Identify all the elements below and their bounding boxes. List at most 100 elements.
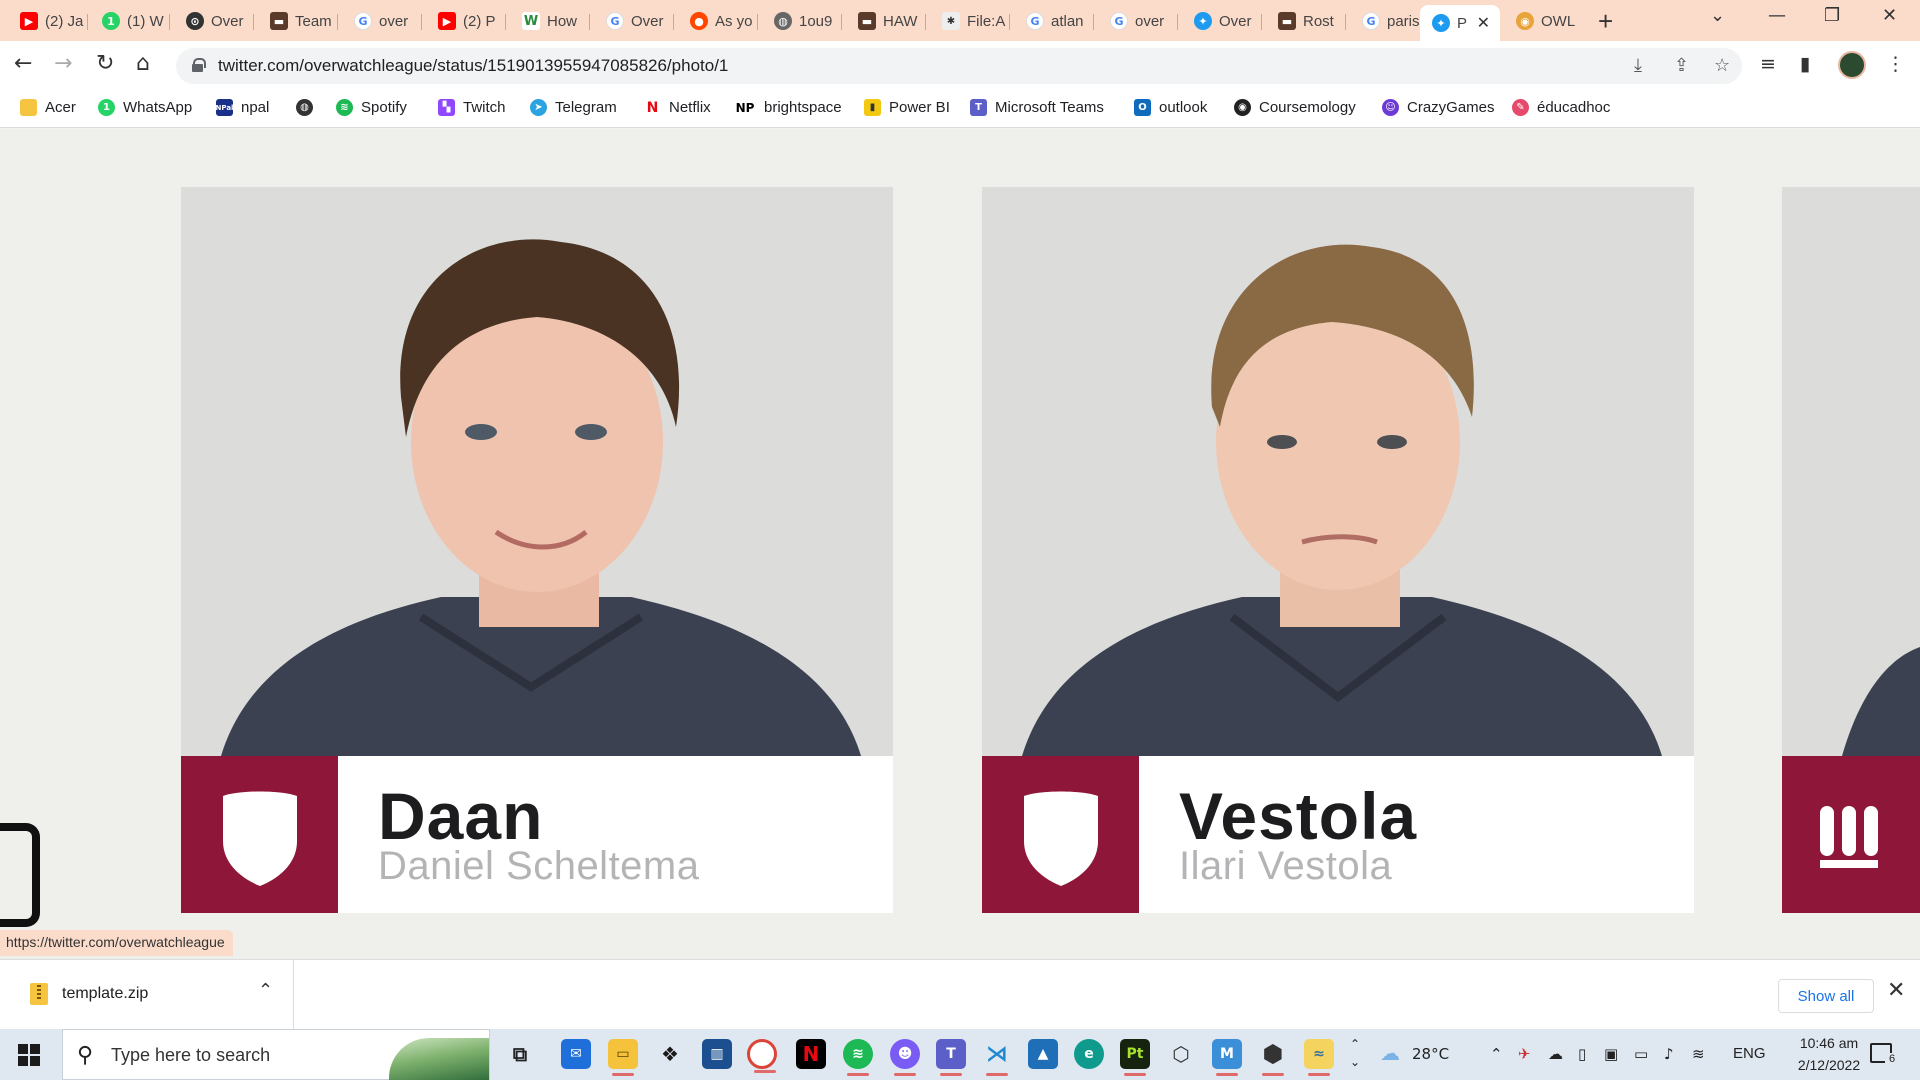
download-item[interactable]: template.zip ⌃ bbox=[14, 960, 294, 1030]
language-indicator[interactable]: ENG bbox=[1733, 1045, 1766, 1062]
bookmark-acer[interactable]: Acer bbox=[20, 99, 76, 116]
volume-icon[interactable]: ♪ bbox=[1664, 1045, 1674, 1063]
tab-google-2[interactable]: G Over bbox=[594, 6, 674, 36]
bookmark-twitch[interactable]: ▚ Twitch bbox=[438, 99, 506, 116]
home-button[interactable]: ⌂ bbox=[136, 51, 150, 77]
tab-youtube-1[interactable]: ▶ (2) Ja bbox=[8, 6, 88, 36]
chevron-up-icon[interactable]: ⌃ bbox=[1350, 1037, 1360, 1051]
address-bar[interactable]: twitter.com/overwatchleague/status/15190… bbox=[176, 48, 1742, 84]
show-all-button[interactable]: Show all bbox=[1778, 979, 1874, 1013]
chrome-icon[interactable] bbox=[747, 1039, 777, 1073]
tab-google-5[interactable]: G paris bbox=[1350, 6, 1430, 36]
show-hidden-icons[interactable]: ⌃ bbox=[1490, 1045, 1503, 1063]
taskbar-search-box[interactable]: ⚲ Type here to search bbox=[62, 1029, 490, 1080]
side-panel-icon[interactable]: ▮ bbox=[1800, 53, 1810, 75]
clock-time[interactable]: 10:46 am bbox=[1792, 1035, 1866, 1051]
task-view-icon[interactable]: ⧉ bbox=[505, 1039, 535, 1069]
tab-twitter-active[interactable]: ✦ P ✕ bbox=[1420, 5, 1500, 41]
netflix-app-icon[interactable]: N bbox=[796, 1039, 826, 1069]
close-download-bar-icon[interactable]: ✕ bbox=[1887, 978, 1905, 1003]
forward-button[interactable]: → bbox=[54, 51, 72, 77]
spotify-app-icon[interactable]: ≋ bbox=[843, 1039, 873, 1076]
install-icon[interactable]: ⤓ bbox=[1634, 55, 1642, 76]
chevron-up-icon[interactable]: ⌃ bbox=[258, 980, 273, 1001]
bookmark-telegram[interactable]: ➤ Telegram bbox=[530, 99, 617, 116]
bookmark-star-icon[interactable]: ☆ bbox=[1714, 55, 1730, 76]
tab-whatsapp[interactable]: 1 (1) W bbox=[90, 6, 170, 36]
file-explorer-icon[interactable]: ▭ bbox=[608, 1039, 638, 1076]
tab-google-4[interactable]: G over bbox=[1098, 6, 1178, 36]
edge-icon[interactable]: e bbox=[1074, 1039, 1104, 1069]
bookmark-coursemology[interactable]: ◉ Coursemology bbox=[1234, 99, 1356, 116]
unity-hub-icon[interactable]: ⬢ bbox=[1258, 1039, 1288, 1076]
python-icon[interactable]: ≈ bbox=[1304, 1039, 1334, 1076]
tab-label: Over bbox=[631, 12, 664, 30]
close-window-button[interactable]: ✕ bbox=[1882, 5, 1897, 26]
tab-globe[interactable]: ◍ 1ou9 bbox=[762, 6, 842, 36]
menu-icon[interactable]: ⋮ bbox=[1886, 53, 1905, 75]
bookmark-educadhoc[interactable]: ✎ éducadhoc bbox=[1512, 99, 1610, 116]
new-tab-button[interactable]: + bbox=[1598, 8, 1613, 34]
tab-label: (2) Ja bbox=[45, 12, 84, 30]
tab-twitter-1[interactable]: ✦ Over bbox=[1182, 6, 1262, 36]
pycharm-icon[interactable]: Pt bbox=[1120, 1039, 1150, 1076]
tab-reddit[interactable]: ● As yo bbox=[678, 6, 758, 36]
tab-liquipedia-roster[interactable]: ▬ Rost bbox=[1266, 6, 1346, 36]
store-icon[interactable]: ▥ bbox=[702, 1039, 732, 1069]
tab-google-1[interactable]: G over bbox=[342, 6, 422, 36]
youtube-icon: ▶ bbox=[438, 12, 456, 30]
bookmark-crazygames[interactable]: ☺ CrazyGames bbox=[1382, 99, 1495, 116]
weather-icon[interactable]: ☁ bbox=[1380, 1041, 1400, 1065]
tab-owl[interactable]: ◉ OWL bbox=[1504, 6, 1584, 36]
lock-icon[interactable] bbox=[192, 58, 206, 72]
minimize-button[interactable]: — bbox=[1768, 5, 1786, 26]
close-icon[interactable]: ✕ bbox=[1477, 13, 1490, 33]
tab-liquipedia-haw[interactable]: ▬ HAW bbox=[846, 6, 926, 36]
antivirus-icon[interactable]: ✈ bbox=[1518, 1045, 1531, 1063]
bookmark-whatsapp[interactable]: 1 WhatsApp bbox=[98, 99, 192, 116]
dropbox-icon[interactable]: ❖ bbox=[655, 1039, 685, 1069]
bookmark-netflix[interactable]: N Netflix bbox=[644, 99, 711, 116]
share-icon[interactable]: ⇪ bbox=[1674, 55, 1689, 76]
tab-wiki-file[interactable]: ✱ File:A bbox=[930, 6, 1010, 36]
meet-now-icon[interactable]: ▣ bbox=[1604, 1045, 1618, 1063]
wikihow-icon: W bbox=[522, 12, 540, 30]
tab-liquipedia-team[interactable]: ▬ Team bbox=[258, 6, 338, 36]
reload-button[interactable]: ↻ bbox=[96, 51, 114, 77]
bookmark-spotify[interactable]: ≋ Spotify bbox=[336, 99, 407, 116]
weather-temp[interactable]: 28°C bbox=[1412, 1045, 1449, 1063]
url-text[interactable]: twitter.com/overwatchleague/status/15190… bbox=[218, 56, 728, 76]
tab-google-3[interactable]: G atlan bbox=[1014, 6, 1094, 36]
bookmark-brightspace[interactable]: NP brightspace bbox=[734, 99, 842, 116]
device-icon[interactable]: ▯ bbox=[1578, 1045, 1586, 1063]
photos-icon[interactable]: ▲ bbox=[1028, 1039, 1058, 1069]
battery-icon[interactable]: ▭ bbox=[1634, 1045, 1648, 1063]
restore-button[interactable]: ❐ bbox=[1824, 5, 1840, 26]
bookmark-outlook[interactable]: O outlook bbox=[1134, 99, 1207, 116]
avatar[interactable] bbox=[1838, 51, 1866, 79]
tab-overwatch[interactable]: ⊙ Over bbox=[174, 6, 254, 36]
unity-icon[interactable]: ⬡ bbox=[1166, 1039, 1196, 1069]
tab-youtube-2[interactable]: ▶ (2) P bbox=[426, 6, 506, 36]
tab-wikihow[interactable]: W How bbox=[510, 6, 590, 36]
discord-icon[interactable]: ☻ bbox=[890, 1039, 920, 1076]
tab-search-icon[interactable]: ⌄ bbox=[1710, 5, 1725, 26]
media-control-icon[interactable]: ≡ bbox=[1760, 53, 1776, 75]
teams-app-icon[interactable]: T bbox=[936, 1039, 966, 1076]
vscode-icon[interactable]: ⋊ bbox=[982, 1039, 1012, 1076]
bookmark-teams[interactable]: T Microsoft Teams bbox=[970, 99, 1104, 116]
bookmark-label: Acer bbox=[45, 99, 76, 116]
back-button[interactable]: ← bbox=[14, 51, 32, 77]
bookmark-powerbi[interactable]: ▮ Power BI bbox=[864, 99, 950, 116]
photo-viewer[interactable]: Daan Daniel Scheltema Vestola Ilari Vest… bbox=[0, 129, 1920, 959]
bookmark-globe[interactable]: ◍ bbox=[296, 99, 313, 116]
bookmark-npal[interactable]: NPal npal bbox=[216, 99, 269, 116]
start-button[interactable] bbox=[18, 1044, 40, 1066]
onedrive-icon[interactable]: ☁ bbox=[1548, 1045, 1563, 1063]
maya-icon[interactable]: M bbox=[1212, 1039, 1242, 1076]
wifi-icon[interactable]: ≋ bbox=[1692, 1045, 1705, 1063]
chevron-down-icon[interactable]: ⌄ bbox=[1350, 1055, 1360, 1069]
mail-icon[interactable]: ✉ bbox=[561, 1039, 591, 1069]
clock-date[interactable]: 2/12/2022 bbox=[1786, 1057, 1872, 1073]
bookmark-label: Power BI bbox=[889, 99, 950, 116]
